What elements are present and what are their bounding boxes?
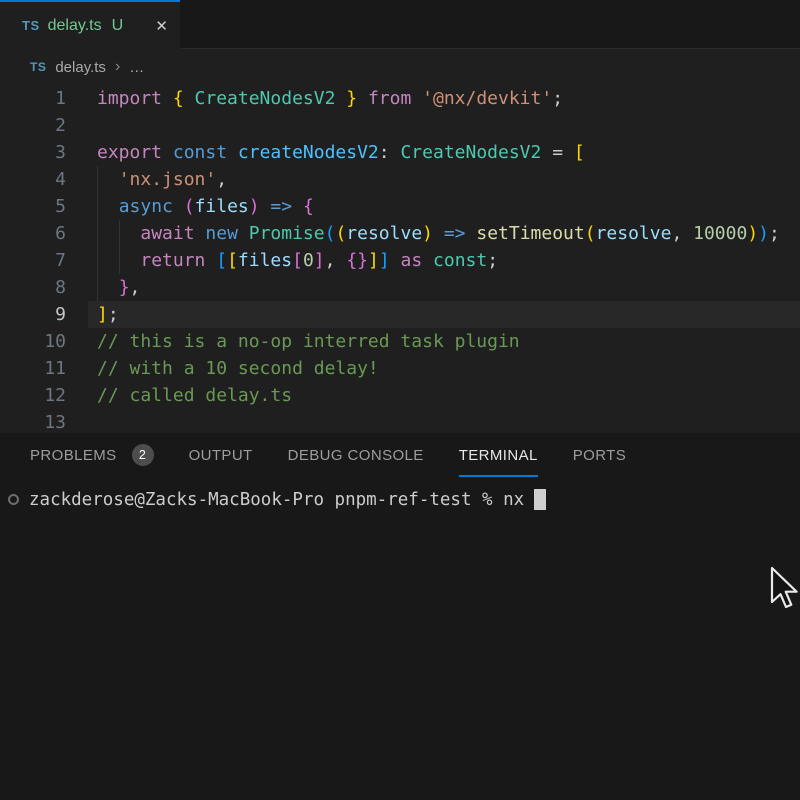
bottom-panel: PROBLEMS 2 OUTPUT DEBUG CONSOLE TERMINAL PORT…	[0, 433, 800, 800]
code-text: import { CreateNodesV2 } from '@nx/devki…	[97, 85, 563, 112]
panel-tab-label: TERMINAL	[459, 447, 538, 464]
git-status-badge: U	[112, 17, 124, 35]
terminal-prompt: zackderose@Zacks-MacBook-Pro pnpm-ref-te…	[29, 490, 524, 510]
code-text: // called delay.ts	[97, 382, 292, 409]
code-line[interactable]: 9];	[0, 301, 800, 328]
problems-count-badge: 2	[132, 444, 154, 466]
code-line[interactable]: 6 await new Promise((resolve) => setTime…	[0, 220, 800, 247]
panel-tab-label: PROBLEMS	[30, 447, 117, 464]
code-line[interactable]: 1 import { CreateNodesV2 } from '@nx/devk…	[0, 85, 800, 112]
breadcrumb: TS delay.ts › …	[0, 49, 800, 85]
command-decoration-icon	[8, 494, 19, 505]
panel-tab-problems[interactable]: PROBLEMS 2	[30, 433, 154, 477]
code-text: // this is a no-op interred task plugin	[97, 328, 520, 355]
code-text: await new Promise((resolve) => setTimeou…	[97, 220, 780, 247]
line-number: 6	[0, 220, 66, 247]
line-number: 10	[0, 328, 66, 355]
line-number: 1	[0, 85, 66, 112]
breadcrumb-symbol-ellipsis[interactable]: …	[129, 59, 144, 76]
editor-group: TS delay.ts › … 1 import { CreateNodesV2 …	[0, 49, 800, 433]
code-line[interactable]: 13	[0, 409, 800, 433]
panel-tab-bar: PROBLEMS 2 OUTPUT DEBUG CONSOLE TERMINAL PORT…	[0, 433, 800, 477]
typescript-file-icon: TS	[30, 60, 46, 74]
typescript-file-icon: TS	[22, 18, 40, 33]
line-number: 3	[0, 139, 66, 166]
editor-tab-bar: TS delay.ts U ✕	[0, 0, 800, 49]
code-line[interactable]: 7 return [[files[0], {}]] as const;	[0, 247, 800, 274]
line-number: 9	[0, 301, 66, 328]
panel-tab-label: PORTS	[573, 447, 626, 464]
code-line[interactable]: 11 // with a 10 second delay!	[0, 355, 800, 382]
line-number: 11	[0, 355, 66, 382]
breadcrumb-filename[interactable]: delay.ts	[55, 59, 106, 76]
code-text: // with a 10 second delay!	[97, 355, 379, 382]
panel-tab-debug-console[interactable]: DEBUG CONSOLE	[288, 433, 424, 477]
code-line[interactable]: 4 'nx.json',	[0, 166, 800, 193]
line-number: 13	[0, 409, 66, 433]
terminal-cursor	[534, 489, 546, 510]
code-line[interactable]: 3 export const createNodesV2: CreateNodes…	[0, 139, 800, 166]
code-text: export const createNodesV2: CreateNodesV…	[97, 139, 585, 166]
code-text: },	[97, 274, 140, 301]
line-number: 4	[0, 166, 66, 193]
line-number: 12	[0, 382, 66, 409]
tab-filename: delay.ts	[48, 17, 102, 35]
code-line[interactable]: 2	[0, 112, 800, 139]
close-tab-icon[interactable]: ✕	[155, 17, 168, 35]
code-line[interactable]: 12 // called delay.ts	[0, 382, 800, 409]
code-text: ];	[97, 301, 119, 328]
line-number: 7	[0, 247, 66, 274]
code-lines[interactable]: 1 import { CreateNodesV2 } from '@nx/devk…	[0, 85, 800, 433]
panel-tab-terminal[interactable]: TERMINAL	[459, 433, 538, 477]
line-number: 5	[0, 193, 66, 220]
code-text: return [[files[0], {}]] as const;	[97, 247, 498, 274]
tab-delay-ts[interactable]: TS delay.ts U ✕	[0, 0, 180, 49]
panel-tab-label: DEBUG CONSOLE	[288, 447, 424, 464]
panel-tab-label: OUTPUT	[189, 447, 253, 464]
panel-tab-output[interactable]: OUTPUT	[189, 433, 253, 477]
code-text: async (files) => {	[97, 193, 314, 220]
chevron-right-icon: ›	[115, 58, 120, 76]
line-number: 8	[0, 274, 66, 301]
panel-tab-ports[interactable]: PORTS	[573, 433, 626, 477]
code-line[interactable]: 8 },	[0, 274, 800, 301]
code-line[interactable]: 10 // this is a no-op interred task plugi…	[0, 328, 800, 355]
code-text: 'nx.json',	[97, 166, 227, 193]
terminal[interactable]: zackderose@Zacks-MacBook-Pro pnpm-ref-te…	[0, 486, 800, 513]
code-line[interactable]: 5 async (files) => {	[0, 193, 800, 220]
line-number: 2	[0, 112, 66, 139]
